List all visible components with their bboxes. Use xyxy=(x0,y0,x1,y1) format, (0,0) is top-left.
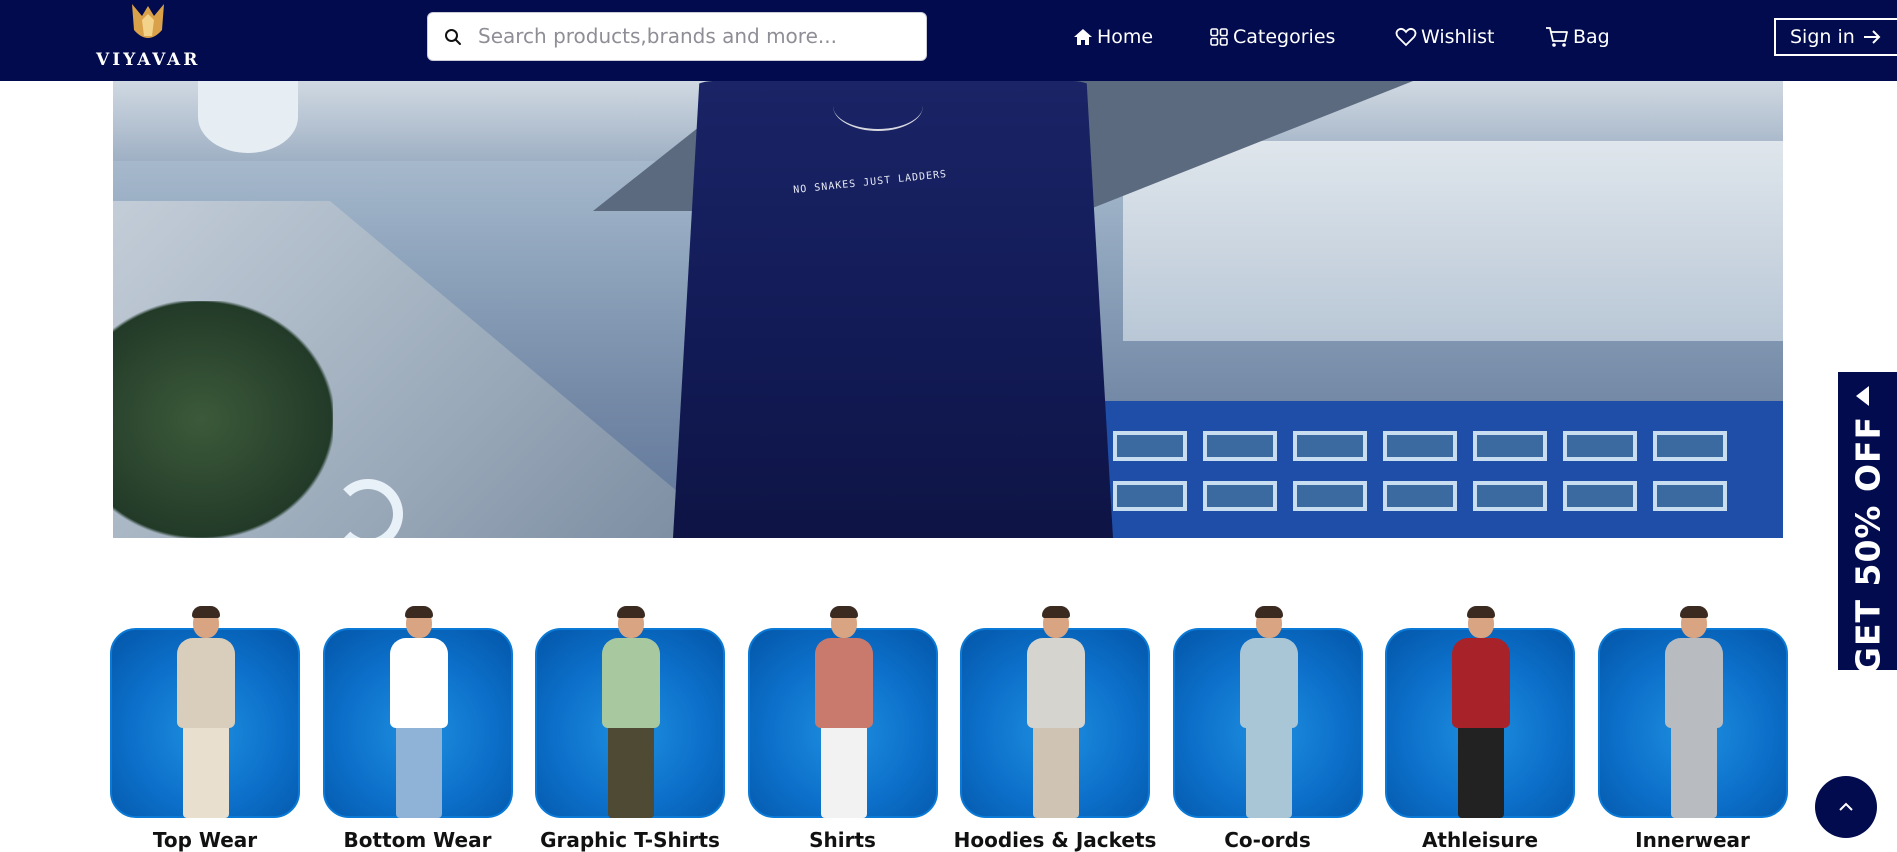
nav-categories-label: Categories xyxy=(1233,26,1336,48)
category-label[interactable]: Hoodies & Jackets xyxy=(940,828,1170,852)
hero-building-right xyxy=(1123,141,1783,341)
offer-label: GET 50% OFF xyxy=(1848,415,1887,674)
arrow-right-icon xyxy=(1863,30,1881,44)
category-label[interactable]: Bottom Wear xyxy=(303,828,533,852)
category-label[interactable]: Shirts xyxy=(728,828,958,852)
nav-wishlist-label: Wishlist xyxy=(1421,26,1495,48)
nav-bag[interactable]: Bag xyxy=(1545,22,1610,52)
category-model-image xyxy=(590,606,670,818)
search-icon xyxy=(445,29,461,45)
home-icon xyxy=(1074,29,1092,45)
category-label[interactable]: Co-ords xyxy=(1153,828,1383,852)
heart-icon xyxy=(1395,27,1417,47)
search-bar[interactable] xyxy=(427,12,927,61)
sign-in-button[interactable]: Sign in xyxy=(1774,18,1897,56)
nav-categories[interactable]: Categories xyxy=(1209,22,1335,52)
nav-bag-label: Bag xyxy=(1573,26,1610,48)
chevron-up-icon xyxy=(1839,802,1853,811)
category-model-image xyxy=(378,606,458,818)
brand-logo[interactable]: VIYAVAR xyxy=(96,2,200,76)
cart-icon xyxy=(1546,27,1568,47)
helmet-logo-icon xyxy=(132,4,164,38)
hero-necklace xyxy=(833,81,923,131)
category-model-image xyxy=(1015,606,1095,818)
hero-windows xyxy=(1073,401,1783,538)
hero-satellite-dish xyxy=(198,81,298,153)
grid-icon xyxy=(1210,28,1228,46)
category-label[interactable]: Athleisure xyxy=(1365,828,1595,852)
nav-home-label: Home xyxy=(1097,26,1154,48)
category-model-image xyxy=(1440,606,1520,818)
triangle-left-icon xyxy=(1856,386,1869,406)
hero-model xyxy=(673,81,1113,538)
search-input[interactable] xyxy=(478,13,918,59)
nav-wishlist[interactable]: Wishlist xyxy=(1395,22,1495,52)
back-to-top-button[interactable] xyxy=(1815,776,1877,838)
category-label[interactable]: Top Wear xyxy=(90,828,320,852)
category-label[interactable]: Innerwear xyxy=(1578,828,1808,852)
category-model-image xyxy=(1653,606,1733,818)
category-label[interactable]: Graphic T-Shirts xyxy=(515,828,745,852)
category-model-image xyxy=(1228,606,1308,818)
hero-tree xyxy=(113,301,333,538)
top-navbar: VIYAVAR Home Categories Wishlist xyxy=(0,0,1897,81)
category-model-image xyxy=(165,606,245,818)
hero-banner[interactable]: NO SNAKES JUST LADDERS xyxy=(113,81,1783,538)
brand-name: VIYAVAR xyxy=(96,50,201,70)
category-model-image xyxy=(803,606,883,818)
sign-in-label: Sign in xyxy=(1790,26,1855,48)
offer-side-tab[interactable]: GET 50% OFF xyxy=(1838,372,1897,674)
nav-home[interactable]: Home xyxy=(1073,22,1153,52)
